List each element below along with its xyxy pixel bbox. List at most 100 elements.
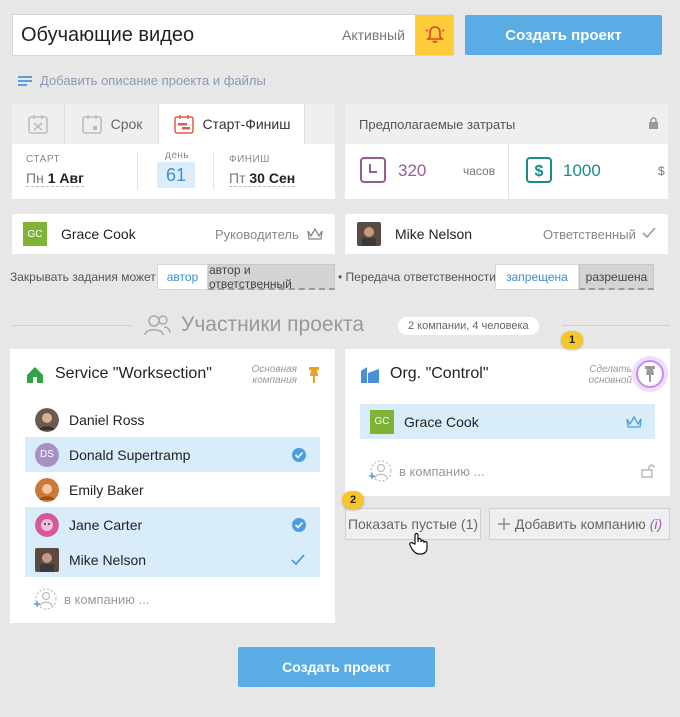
start-label: СТАРТ bbox=[26, 154, 61, 165]
cost-header: Предполагаемые затраты bbox=[345, 104, 668, 144]
project-title-field[interactable]: Обучающие видео Активный bbox=[12, 14, 454, 56]
company-name[interactable]: Service "Worksection" bbox=[55, 365, 212, 383]
avatar bbox=[35, 547, 59, 572]
avatar bbox=[35, 407, 59, 432]
add-member-link[interactable]: в компанию ... bbox=[32, 587, 149, 611]
tab-start-finish[interactable]: Старт-Финиш bbox=[159, 104, 305, 144]
project-status[interactable]: Активный bbox=[342, 27, 405, 43]
divider bbox=[508, 144, 509, 199]
finish-date[interactable]: Пт 30 Сен bbox=[229, 170, 296, 187]
menu-lines-icon bbox=[18, 75, 32, 86]
member-row[interactable]: Jane Carter bbox=[25, 507, 320, 542]
add-company-label: Добавить компанию bbox=[514, 516, 646, 532]
add-description-link[interactable]: Добавить описание проекта и файлы bbox=[18, 73, 266, 88]
project-leader-card[interactable]: GC Grace Cook Руководитель bbox=[12, 214, 335, 254]
tab-deadline[interactable]: Срок bbox=[65, 104, 159, 144]
responsible-role: Ответственный bbox=[543, 227, 636, 242]
leader-name: Grace Cook bbox=[61, 226, 136, 242]
bell-icon bbox=[425, 26, 444, 43]
lock-icon bbox=[649, 117, 658, 129]
hint-badge-1: 1 bbox=[561, 331, 583, 349]
company-name[interactable]: Org. "Control" bbox=[390, 365, 489, 383]
transfer-label: • Передача ответственности bbox=[338, 270, 496, 284]
member-name: Emily Baker bbox=[69, 481, 144, 498]
people-icon bbox=[144, 315, 171, 336]
avatar bbox=[357, 222, 381, 246]
clock-icon bbox=[360, 157, 386, 183]
add-company-button[interactable]: Добавить компанию (i) bbox=[489, 508, 670, 540]
hint-badge-2: 2 bbox=[342, 491, 364, 509]
participants-title: Участники проекта bbox=[181, 313, 365, 336]
pin-icon[interactable] bbox=[307, 366, 321, 384]
company-role-line: компания bbox=[252, 375, 297, 386]
member-list: Daniel Ross DS Donald Supertramp Emily B… bbox=[25, 402, 320, 577]
add-member-label: в компанию ... bbox=[399, 463, 485, 479]
divider bbox=[137, 152, 138, 190]
check-icon bbox=[642, 227, 656, 239]
hand-cursor-icon bbox=[409, 532, 428, 555]
calendar-icon bbox=[81, 115, 102, 134]
responsible-name: Mike Nelson bbox=[395, 226, 473, 242]
create-project-button-top[interactable]: Создать проект bbox=[465, 15, 662, 55]
money-unit: $ bbox=[658, 164, 665, 178]
close-option-author[interactable]: автор bbox=[157, 264, 208, 290]
svg-text:$: $ bbox=[535, 163, 544, 180]
responsible-card[interactable]: Mike Nelson Ответственный bbox=[345, 214, 668, 254]
company-role: Основная компания bbox=[235, 364, 297, 386]
crown-icon bbox=[626, 415, 642, 428]
calendar-range-icon bbox=[173, 115, 194, 134]
company-role-line: Сделать bbox=[589, 364, 632, 375]
company-card-worksection: Service "Worksection" Основная компания … bbox=[10, 349, 335, 623]
transfer-option-allowed[interactable]: разрешена bbox=[579, 264, 654, 290]
member-row[interactable]: Emily Baker bbox=[25, 472, 320, 507]
calendar-x-icon bbox=[28, 115, 48, 134]
company-card-control: Org. "Control" Сделать основной 1 GC Gra… bbox=[345, 331, 670, 496]
money-value[interactable]: 1000 bbox=[563, 161, 601, 181]
add-description-label: Добавить описание проекта и файлы bbox=[40, 73, 266, 88]
member-name: Donald Supertramp bbox=[69, 446, 191, 463]
project-title[interactable]: Обучающие видео bbox=[21, 24, 194, 47]
days-count[interactable]: 61 bbox=[157, 162, 195, 188]
participants-summary: 2 компании, 4 человека bbox=[398, 317, 539, 335]
crown-icon bbox=[307, 227, 323, 240]
member-row[interactable]: GC Grace Cook bbox=[360, 404, 655, 439]
dollar-icon: $ bbox=[526, 157, 552, 183]
info-icon[interactable]: (i) bbox=[650, 516, 662, 532]
member-row[interactable]: Daniel Ross bbox=[25, 402, 320, 437]
divider bbox=[213, 152, 214, 190]
check-icon bbox=[291, 553, 305, 565]
finish-dow: Пт bbox=[229, 170, 246, 186]
member-row[interactable]: DS Donald Supertramp bbox=[25, 437, 320, 472]
company-role-line: основной bbox=[588, 375, 632, 386]
member-name: Daniel Ross bbox=[69, 411, 145, 428]
plus-icon bbox=[497, 518, 510, 530]
start-date[interactable]: Пн 1 Авг bbox=[26, 170, 84, 187]
unlock-icon[interactable] bbox=[641, 464, 655, 478]
notifications-button[interactable] bbox=[415, 15, 454, 55]
member-row[interactable]: Mike Nelson bbox=[25, 542, 320, 577]
close-tasks-label: Закрывать задания может bbox=[10, 270, 156, 284]
add-person-icon bbox=[369, 460, 392, 482]
date-tabs: Срок Старт-Финиш bbox=[12, 104, 335, 144]
add-person-icon bbox=[34, 588, 57, 610]
create-project-button[interactable]: Создать проект bbox=[238, 647, 435, 687]
days-label: день bbox=[165, 150, 190, 161]
make-main-button[interactable] bbox=[632, 356, 668, 392]
hours-value[interactable]: 320 bbox=[398, 161, 426, 181]
avatar: GC bbox=[23, 222, 47, 246]
check-circle-icon bbox=[292, 447, 306, 462]
finish-date-value: 30 Сен bbox=[249, 170, 296, 186]
building-icon bbox=[361, 367, 379, 383]
home-icon bbox=[27, 367, 43, 383]
divider bbox=[12, 325, 132, 326]
leader-role: Руководитель bbox=[215, 227, 299, 242]
avatar bbox=[35, 512, 59, 537]
company-role-line: Основная bbox=[251, 364, 297, 375]
cost-card: Предполагаемые затраты 320 часов $ 1000 … bbox=[345, 104, 668, 199]
transfer-option-forbidden[interactable]: запрещена bbox=[495, 264, 579, 290]
hours-unit: часов bbox=[463, 164, 496, 178]
check-circle-icon bbox=[292, 517, 306, 532]
add-member-link[interactable]: в компанию ... bbox=[367, 459, 484, 483]
close-option-author-responsible[interactable]: автор и ответственный bbox=[208, 263, 335, 291]
tab-no-date[interactable] bbox=[12, 104, 65, 144]
